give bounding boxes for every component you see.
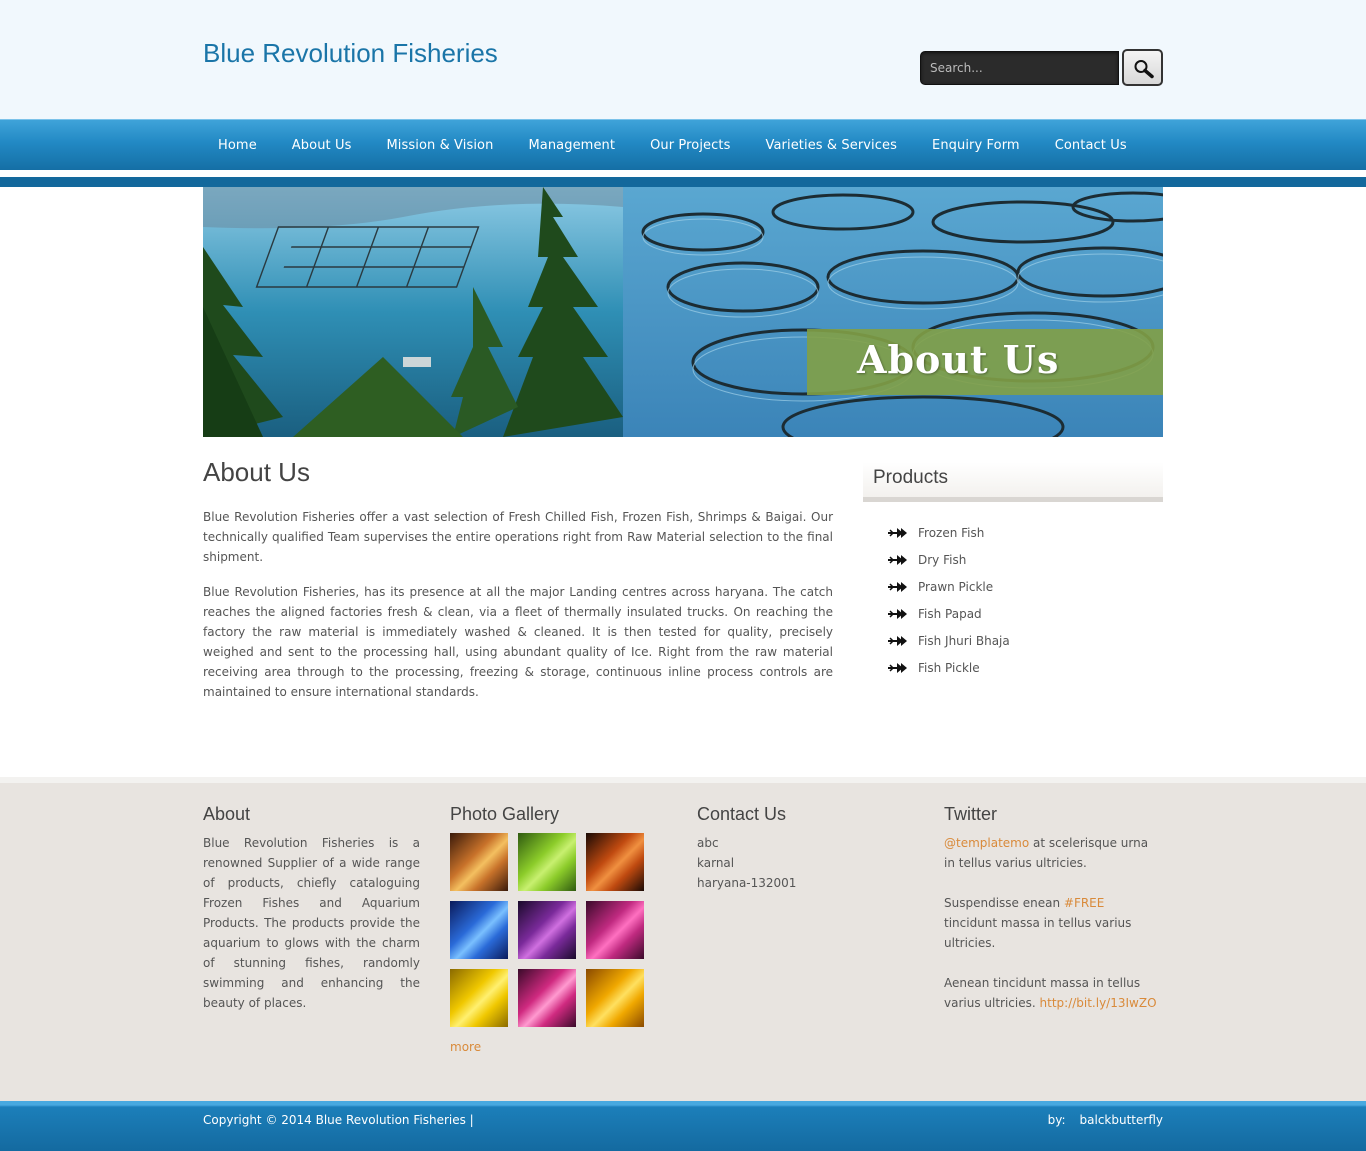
double-arrow-icon — [888, 554, 907, 565]
double-arrow-icon — [888, 635, 907, 646]
nav-home[interactable]: Home — [218, 138, 257, 153]
sidebar-header: Products — [863, 462, 1163, 502]
nav-varieties-services[interactable]: Varieties & Services — [765, 138, 897, 153]
footer-about: About Blue Revolution Fisheries is a ren… — [203, 803, 420, 1013]
double-arrow-icon — [888, 662, 907, 673]
hero-banner: About Us — [203, 187, 1163, 437]
sidebar-title: Products — [873, 467, 948, 488]
tweet-link[interactable]: http://bit.ly/13IwZO — [1040, 996, 1157, 1010]
product-item: Fish Jhuri Bhaja — [863, 627, 1163, 654]
double-arrow-icon — [888, 581, 907, 592]
magnifier-icon — [1134, 60, 1154, 79]
contact-line: abc — [697, 836, 719, 850]
product-item: Dry Fish — [863, 546, 1163, 573]
gallery-thumb[interactable] — [450, 969, 508, 1027]
gallery-thumb[interactable] — [450, 833, 508, 891]
tweet: Suspendisse enean #FREE tincidunt massa … — [944, 893, 1161, 953]
contact-line: haryana-132001 — [697, 876, 797, 890]
product-item: Frozen Fish — [863, 519, 1163, 546]
footer-about-title: About — [203, 804, 251, 824]
footer: About Blue Revolution Fisheries is a ren… — [0, 783, 1366, 1101]
gallery-thumb[interactable] — [518, 833, 576, 891]
footer-about-text: Blue Revolution Fisheries is a renowned … — [203, 836, 420, 1010]
banner-label: About Us — [807, 329, 1163, 395]
nav-divider-gap — [0, 170, 1366, 177]
double-arrow-icon — [888, 608, 907, 619]
footer-contact: Contact Us abc karnal haryana-132001 — [697, 803, 914, 893]
credit-by: by: — [1047, 1113, 1066, 1127]
contact-line: karnal — [697, 856, 735, 870]
product-item: Fish Papad — [863, 600, 1163, 627]
tweet: @templatemo at scelerisque urna in tellu… — [944, 833, 1161, 873]
footer-contact-title: Contact Us — [697, 804, 787, 824]
tweet: Aenean tincidunt massa in tellus varius … — [944, 973, 1161, 1013]
nav-divider-stripe — [0, 177, 1366, 187]
nav-enquiry-form[interactable]: Enquiry Form — [932, 138, 1020, 153]
product-link-fish-papad[interactable]: Fish Papad — [918, 607, 982, 621]
product-link-fish-pickle[interactable]: Fish Pickle — [918, 661, 980, 675]
tweet-text: tincidunt massa in tellus varius ultrici… — [944, 916, 1132, 950]
gallery-thumb[interactable] — [450, 901, 508, 959]
main-nav: Home About Us Mission & Vision Managemen… — [0, 119, 1366, 170]
product-link-fish-jhuri-bhaja[interactable]: Fish Jhuri Bhaja — [918, 634, 1010, 648]
tweet-link[interactable]: #FREE — [1064, 896, 1104, 910]
footer-gallery: Photo Gallery more — [450, 803, 667, 1055]
bottom-bar: Copyright © 2014 Blue Revolution Fisheri… — [0, 1101, 1366, 1151]
banner-title: About Us — [857, 337, 1060, 382]
nav-management[interactable]: Management — [528, 138, 615, 153]
credit-name: balckbutterfly — [1079, 1113, 1163, 1127]
gallery-thumb[interactable] — [586, 969, 644, 1027]
search-button[interactable] — [1122, 49, 1163, 86]
product-item: Fish Pickle — [863, 654, 1163, 681]
products-sidebar: Products Frozen Fish Dry Fish Prawn Pick… — [863, 462, 1163, 681]
product-item: Prawn Pickle — [863, 573, 1163, 600]
search-box — [920, 49, 1163, 86]
detail-paragraph: Blue Revolution Fisheries, has its prese… — [203, 585, 833, 699]
tweet-link[interactable]: @templatemo — [944, 836, 1029, 850]
nav-contact-us[interactable]: Contact Us — [1055, 138, 1127, 153]
double-arrow-icon — [888, 527, 907, 538]
gallery-thumb[interactable] — [586, 901, 644, 959]
product-list: Frozen Fish Dry Fish Prawn Pickle Fish P… — [863, 502, 1163, 681]
product-link-prawn-pickle[interactable]: Prawn Pickle — [918, 580, 993, 594]
copyright-text: Copyright © 2014 Blue Revolution Fisheri… — [203, 1113, 474, 1127]
search-input[interactable] — [920, 51, 1119, 85]
article: About Us Blue Revolution Fisheries offer… — [203, 457, 833, 717]
gallery-thumb[interactable] — [518, 901, 576, 959]
product-link-frozen-fish[interactable]: Frozen Fish — [918, 526, 984, 540]
site-title[interactable]: Blue Revolution Fisheries — [203, 38, 498, 69]
fish-farm-illustration — [203, 187, 1163, 437]
footer-gallery-title: Photo Gallery — [450, 804, 560, 824]
nav-our-projects[interactable]: Our Projects — [650, 138, 730, 153]
header: Blue Revolution Fisheries — [0, 0, 1366, 119]
page-title: About Us — [203, 457, 310, 487]
product-link-dry-fish[interactable]: Dry Fish — [918, 553, 966, 567]
nav-mission-vision[interactable]: Mission & Vision — [386, 138, 493, 153]
gallery-more-link[interactable]: more — [450, 1040, 481, 1054]
nav-about-us[interactable]: About Us — [292, 138, 352, 153]
gallery-thumb[interactable] — [518, 969, 576, 1027]
footer-twitter-title: Twitter — [944, 804, 998, 824]
gallery-thumb[interactable] — [586, 833, 644, 891]
tweet-text: Suspendisse enean — [944, 896, 1064, 910]
intro-paragraph: Blue Revolution Fisheries offer a vast s… — [203, 510, 833, 564]
credit: by: balckbutterfly — [1048, 1113, 1163, 1127]
gallery-grid — [450, 833, 667, 1027]
main-content: About Us Blue Revolution Fisheries offer… — [203, 437, 1163, 777]
footer-twitter: Twitter @templatemo at scelerisque urna … — [944, 803, 1161, 1033]
